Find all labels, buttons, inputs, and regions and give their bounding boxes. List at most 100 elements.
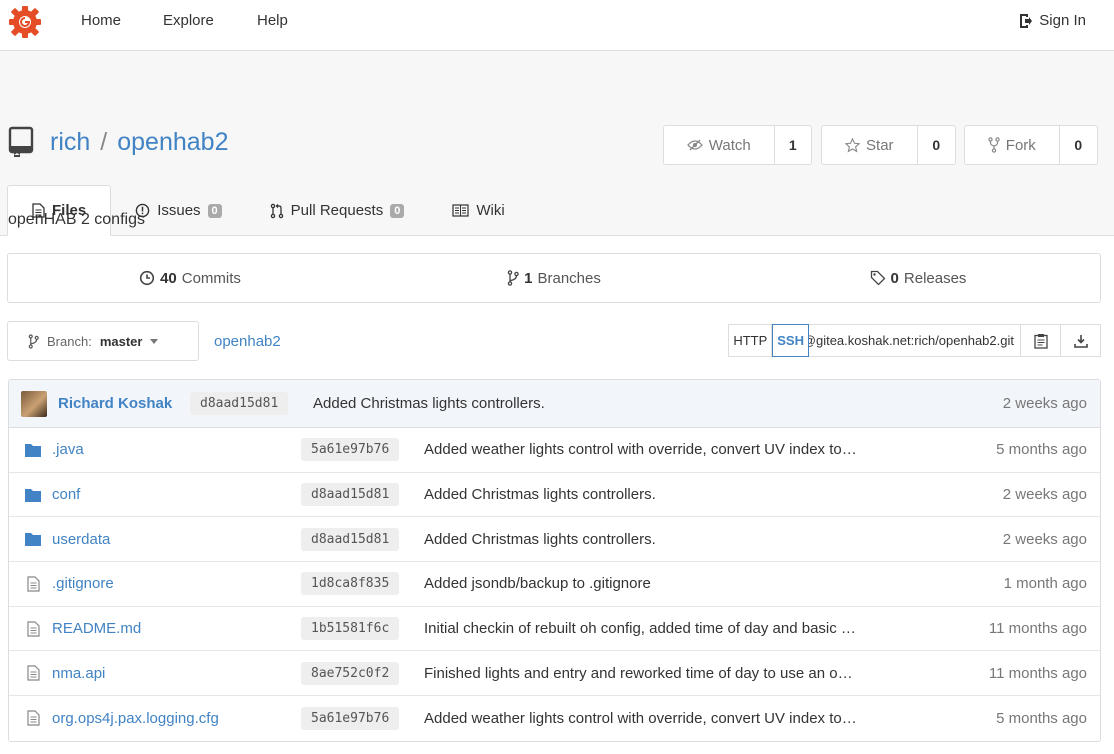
file-commit-message-link[interactable]: Finished lights and entry and reworked t… (424, 665, 853, 682)
eye-slash-icon (686, 139, 703, 151)
file-commit-message-link[interactable]: Added Christmas lights controllers. (424, 486, 656, 503)
file-commit-sha-link[interactable]: 5a61e97b76 (301, 706, 400, 730)
history-icon (139, 270, 155, 286)
folder-icon (25, 443, 41, 457)
tab-pull-requests[interactable]: Pull Requests 0 (246, 185, 429, 236)
avatar[interactable] (21, 391, 47, 417)
releases-stat-link[interactable]: 0 Releases (736, 254, 1100, 302)
download-button[interactable] (1061, 324, 1101, 357)
file-commit-sha-link[interactable]: d8aad15d81 (301, 483, 400, 507)
repo-stats-bar: 40 Commits 1 Branches 0 Releases (7, 253, 1101, 303)
file-commit-time: 1 month ago (1003, 575, 1087, 593)
tab-pull-requests-label: Pull Requests (290, 202, 384, 219)
commit-message: Added Christmas lights controllers. (313, 395, 545, 412)
commit-time: 2 weeks ago (1002, 395, 1087, 412)
file-name-link[interactable]: org.ops4j.pax.logging.cfg (52, 710, 219, 727)
sign-in-label: Sign In (1039, 12, 1086, 29)
file-commit-sha-link[interactable]: 1b51581f6c (301, 617, 400, 641)
clipboard-icon (1033, 333, 1048, 349)
star-count[interactable]: 0 (918, 126, 955, 164)
file-commit-sha-link[interactable]: 1d8ca8f835 (301, 572, 400, 596)
file-commit-message-link[interactable]: Added weather lights control with overri… (424, 441, 857, 458)
star-button-group: Star 0 (821, 125, 956, 165)
branch-prefix: Branch: (47, 333, 92, 349)
fork-count[interactable]: 0 (1060, 126, 1097, 164)
repo-book-icon (8, 126, 34, 157)
file-commit-message-link[interactable]: Added weather lights control with overri… (424, 710, 857, 727)
folder-icon (25, 488, 41, 502)
repo-path-separator: / (100, 127, 108, 156)
ssh-clone-button[interactable]: SSH (772, 324, 809, 357)
clone-url-text: git@gitea.koshak.net:rich/openhab2.git (809, 333, 1014, 348)
breadcrumb-repo-link[interactable]: openhab2 (214, 333, 281, 350)
commits-stat-link[interactable]: 40 Commits (8, 254, 372, 302)
file-commit-message-link[interactable]: Added Christmas lights controllers. (424, 531, 656, 548)
table-row: nma.api 8ae752c0f2 Finished lights and ent… (9, 651, 1100, 697)
nav-explore-link[interactable]: Explore (163, 12, 214, 29)
branch-name: master (99, 333, 143, 349)
http-clone-button[interactable]: HTTP (728, 324, 773, 357)
star-icon (845, 137, 861, 153)
clone-url-group: HTTP SSH git@gitea.koshak.net:rich/openh… (728, 324, 1101, 357)
book-open-icon (452, 204, 469, 217)
branches-stat-link[interactable]: 1 Branches (372, 254, 736, 302)
file-name-link[interactable]: conf (52, 486, 80, 503)
nav-help-link[interactable]: Help (257, 12, 288, 29)
table-row: conf d8aad15d81 Added Christmas lights con… (9, 473, 1100, 518)
commit-sha-link[interactable]: d8aad15d81 (190, 392, 289, 415)
clone-url-input[interactable]: git@gitea.koshak.net:rich/openhab2.git (809, 324, 1021, 357)
file-text-icon (27, 576, 40, 592)
commit-author-link[interactable]: Richard Koshak (58, 395, 172, 412)
nav-home-link[interactable]: Home (81, 12, 121, 29)
tab-issues-label: Issues (157, 202, 201, 219)
tab-wiki-label: Wiki (476, 202, 505, 219)
watch-label: Watch (708, 136, 751, 154)
file-commit-time: 11 months ago (988, 620, 1087, 638)
star-button[interactable]: Star (822, 126, 918, 164)
file-name-link[interactable]: userdata (52, 531, 110, 548)
file-list: .java 5a61e97b76 Added weather lights cont… (9, 428, 1100, 741)
issues-count-badge: 0 (207, 203, 222, 218)
latest-commit-row: Richard Koshak d8aad15d81 Added Christma… (9, 380, 1100, 428)
file-commit-time: 2 weeks ago (1002, 486, 1087, 504)
file-name-link[interactable]: .java (52, 441, 84, 458)
file-table: Richard Koshak d8aad15d81 Added Christma… (8, 379, 1101, 742)
file-commit-message-link[interactable]: Added jsondb/backup to .gitignore (424, 575, 651, 592)
releases-label: Releases (903, 269, 967, 287)
fork-button-group: Fork 0 (964, 125, 1098, 165)
file-text-icon (27, 620, 40, 637)
table-row: userdata d8aad15d81 Added Christmas lights… (9, 517, 1100, 563)
commits-count: 40 (160, 269, 177, 287)
file-text-icon (27, 665, 40, 681)
table-row: .java 5a61e97b76 Added weather lights cont… (9, 428, 1100, 473)
repo-header: rich / openhab2 Watch 1 Star 0 Fork 0 Fi… (0, 51, 1114, 236)
table-row: .gitignore 1d8ca8f835 Added jsondb/backup … (9, 562, 1100, 607)
top-navbar: Home Explore Help Sign In (0, 0, 1114, 51)
pull-request-icon (270, 203, 283, 218)
watch-count[interactable]: 1 (775, 126, 812, 164)
branch-selector[interactable]: Branch: master (7, 321, 199, 361)
tab-wiki[interactable]: Wiki (428, 185, 528, 236)
repo-description: openHAB 2 configs (8, 211, 145, 228)
star-label: Star (866, 136, 894, 154)
branches-count: 1 (524, 269, 533, 287)
file-name-link[interactable]: .gitignore (52, 575, 114, 592)
table-row: README.md 1b51581f6c Initial checkin of re… (9, 607, 1100, 652)
fork-button[interactable]: Fork (965, 126, 1060, 164)
file-commit-sha-link[interactable]: 8ae752c0f2 (301, 661, 400, 685)
download-icon (1073, 334, 1088, 348)
watch-button[interactable]: Watch (664, 126, 775, 164)
sign-in-link[interactable]: Sign In (1017, 12, 1086, 29)
fork-label: Fork (1005, 136, 1036, 154)
copy-url-button[interactable] (1021, 324, 1061, 357)
file-commit-message-link[interactable]: Initial checkin of rebuilt oh config, ad… (424, 620, 856, 637)
file-commit-sha-link[interactable]: 5a61e97b76 (301, 438, 400, 462)
repo-name-link[interactable]: openhab2 (117, 128, 228, 157)
file-name-link[interactable]: nma.api (52, 665, 105, 682)
gogs-logo-icon[interactable] (8, 5, 42, 39)
file-commit-sha-link[interactable]: d8aad15d81 (301, 527, 400, 551)
file-name-link[interactable]: README.md (52, 620, 141, 637)
repo-owner-link[interactable]: rich (50, 128, 90, 157)
tag-icon (870, 270, 885, 286)
file-commit-time: 5 months ago (996, 441, 1087, 459)
